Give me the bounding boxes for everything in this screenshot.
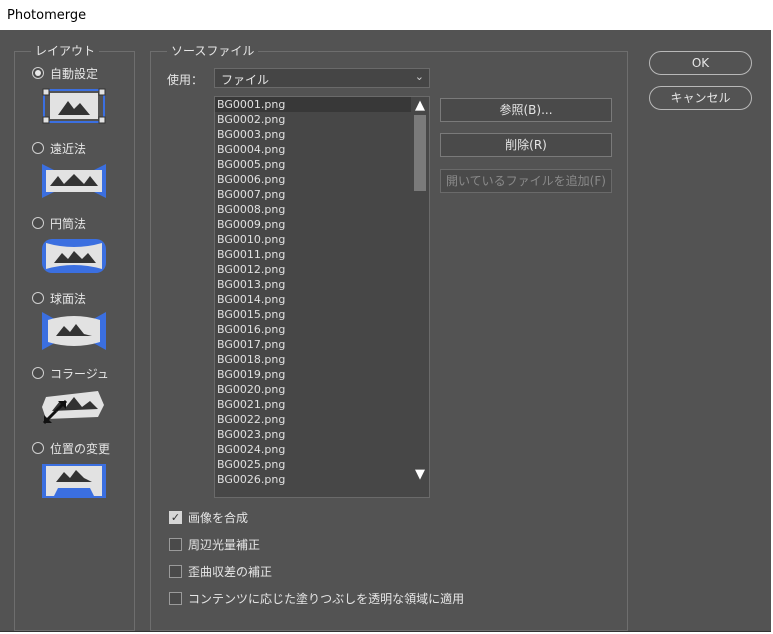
file-list-item[interactable]: BG0024.png [215, 442, 413, 457]
file-list-item[interactable]: BG0016.png [215, 322, 413, 337]
file-list-item[interactable]: BG0002.png [215, 112, 413, 127]
content-aware-fill-option[interactable]: コンテンツに応じた塗りつぶしを透明な領域に適用 [169, 590, 464, 606]
file-list-item[interactable]: BG0025.png [215, 457, 413, 472]
layout-option-label: 遠近法 [50, 141, 87, 156]
spherical-layout-icon[interactable] [42, 312, 106, 350]
file-list-item[interactable]: BG0012.png [215, 262, 413, 277]
add-open-files-button[interactable]: 開いているファイルを追加(F) [440, 169, 612, 193]
file-list-item[interactable]: BG0008.png [215, 202, 413, 217]
radio-cylindrical[interactable] [32, 217, 44, 229]
file-list-item[interactable]: BG0009.png [215, 217, 413, 232]
file-list-item[interactable]: BG0007.png [215, 187, 413, 202]
distortion-option[interactable]: 歪曲収差の補正 [169, 563, 272, 579]
vignette-label: 周辺光量補正 [188, 537, 261, 552]
radio-perspective[interactable] [32, 142, 44, 154]
layout-option-perspective[interactable]: 遠近法 [32, 140, 86, 156]
scroll-up-icon[interactable]: ▲ [412, 98, 428, 114]
layout-option-label: 自動設定 [50, 66, 99, 81]
blend-images-label: 画像を合成 [188, 510, 249, 525]
layout-option-auto[interactable]: 自動設定 [32, 65, 98, 81]
auto-layout-icon[interactable] [42, 87, 106, 125]
browse-button[interactable]: 参照(B)... [440, 98, 612, 122]
file-list-item[interactable]: BG0018.png [215, 352, 413, 367]
file-list-item[interactable]: BG0022.png [215, 412, 413, 427]
file-list[interactable]: BG0001.png BG0002.png BG0003.png BG0004.png… [214, 96, 430, 498]
file-list-item[interactable]: BG0006.png [215, 172, 413, 187]
file-list-item[interactable]: BG0017.png [215, 337, 413, 352]
cancel-button[interactable]: キャンセル [649, 86, 752, 110]
distortion-label: 歪曲収差の補正 [188, 564, 273, 579]
layout-option-label: 位置の変更 [50, 441, 111, 456]
source-legend: ソースファイル [167, 44, 259, 58]
blend-images-checkbox[interactable]: ✓ [169, 510, 182, 524]
file-list-item[interactable]: BG0005.png [215, 157, 413, 172]
file-list-item[interactable]: BG0023.png [215, 427, 413, 442]
ok-button[interactable]: OK [649, 51, 752, 75]
chevron-down-icon: ⌄ [414, 70, 424, 83]
use-dropdown[interactable]: ファイル ⌄ [214, 68, 430, 88]
file-list-item[interactable]: BG0011.png [215, 247, 413, 262]
file-list-item[interactable]: BG0021.png [215, 397, 413, 412]
layout-option-label: 球面法 [50, 291, 87, 306]
file-list-item[interactable]: BG0014.png [215, 292, 413, 307]
remove-button[interactable]: 削除(R) [440, 133, 612, 157]
file-list-item[interactable]: BG0010.png [215, 232, 413, 247]
photomerge-dialog: レイアウト 自動設定 遠近法 円筒法 球面法 コラージュ 位置の変更 ソースファ… [0, 30, 771, 632]
content-aware-fill-checkbox[interactable] [169, 591, 182, 605]
file-list-item[interactable]: BG0004.png [215, 142, 413, 157]
file-list-item[interactable]: BG0013.png [215, 277, 413, 292]
window-title: Photomerge [0, 0, 773, 30]
use-label: 使用： [167, 73, 204, 87]
file-list-item[interactable]: BG0003.png [215, 127, 413, 142]
layout-option-label: 円筒法 [50, 216, 87, 231]
file-items: BG0001.png BG0002.png BG0003.png BG0004.png… [215, 97, 429, 487]
blend-images-option[interactable]: ✓ 画像を合成 [169, 509, 248, 525]
vignette-option[interactable]: 周辺光量補正 [169, 536, 260, 552]
vignette-checkbox[interactable] [169, 537, 182, 551]
radio-reposition[interactable] [32, 442, 44, 454]
file-list-item[interactable]: BG0019.png [215, 367, 413, 382]
scroll-down-icon[interactable]: ▼ [412, 467, 428, 483]
reposition-layout-icon[interactable] [42, 462, 106, 500]
file-list-item[interactable]: BG0015.png [215, 307, 413, 322]
layout-option-collage[interactable]: コラージュ [32, 365, 109, 381]
cylindrical-layout-icon[interactable] [42, 237, 106, 275]
file-list-scrollbar[interactable]: ▲ ▼ [411, 97, 429, 497]
layout-option-cylindrical[interactable]: 円筒法 [32, 215, 86, 231]
layout-option-reposition[interactable]: 位置の変更 [32, 440, 110, 456]
use-value: ファイル [221, 73, 270, 87]
layout-option-spherical[interactable]: 球面法 [32, 290, 86, 306]
layout-legend: レイアウト [31, 44, 100, 58]
radio-spherical[interactable] [32, 292, 44, 304]
distortion-checkbox[interactable] [169, 564, 182, 578]
layout-option-label: コラージュ [50, 366, 109, 381]
radio-auto[interactable] [32, 67, 44, 79]
file-list-item[interactable]: BG0026.png [215, 472, 413, 487]
file-list-item[interactable]: BG0020.png [215, 382, 413, 397]
radio-collage[interactable] [32, 367, 44, 379]
scroll-thumb[interactable] [414, 115, 426, 191]
perspective-layout-icon[interactable] [42, 162, 106, 200]
file-list-item[interactable]: BG0001.png [215, 97, 413, 112]
collage-layout-icon[interactable] [42, 387, 106, 425]
content-aware-fill-label: コンテンツに応じた塗りつぶしを透明な領域に適用 [188, 591, 465, 606]
